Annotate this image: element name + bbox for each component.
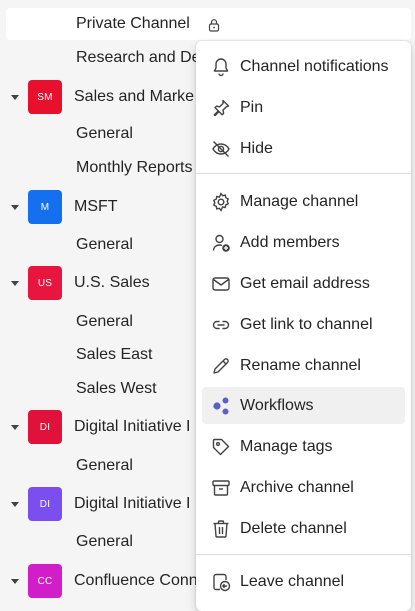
- channel-label: General: [76, 457, 133, 474]
- team-name: Sales and Marke: [74, 88, 195, 105]
- team-avatar: M: [28, 190, 62, 224]
- channel-label: General: [76, 313, 133, 330]
- channel-label: Sales West: [76, 380, 157, 397]
- menu-item-workflows[interactable]: Workflows: [202, 387, 405, 424]
- channel-label: General: [76, 236, 133, 253]
- team-name: U.S. Sales: [74, 274, 150, 291]
- lock-icon: [207, 18, 221, 32]
- team-name: MSFT: [74, 198, 118, 215]
- menu-item-pin[interactable]: Pin: [202, 89, 405, 126]
- menu-item-rename-channel[interactable]: Rename channel: [202, 347, 405, 384]
- mail-icon: [208, 271, 234, 297]
- channel-label: General: [76, 125, 133, 142]
- team-avatar: DI: [28, 487, 62, 521]
- leave-icon: [208, 569, 234, 595]
- person-add-icon: [208, 230, 234, 256]
- menu-item-manage-tags[interactable]: Manage tags: [202, 428, 405, 465]
- trash-icon: [208, 516, 234, 542]
- chevron-down-icon[interactable]: [11, 425, 19, 430]
- chevron-down-icon[interactable]: [11, 579, 19, 584]
- menu-item-leave-channel[interactable]: Leave channel: [202, 563, 405, 600]
- channel-label: Research and De: [76, 49, 201, 66]
- menu-item-label: Delete channel: [240, 519, 347, 537]
- workflows-icon: [208, 393, 234, 419]
- channel-label: Monthly Reports: [76, 159, 193, 176]
- menu-item-channel-notifications[interactable]: Channel notifications: [202, 48, 405, 85]
- channel-context-menu: Channel notifications Pin Hide Manage ch…: [196, 41, 411, 611]
- menu-item-archive-channel[interactable]: Archive channel: [202, 469, 405, 506]
- team-name: Digital Initiative I: [74, 418, 191, 435]
- team-avatar: CC: [28, 564, 62, 598]
- menu-item-label: Workflows: [240, 396, 314, 414]
- menu-item-label: Hide: [240, 139, 273, 157]
- channel-label: Sales East: [76, 346, 153, 363]
- gear-icon: [208, 189, 234, 215]
- menu-item-label: Manage channel: [240, 192, 359, 210]
- menu-item-label: Rename channel: [240, 356, 361, 374]
- link-icon: [208, 312, 234, 338]
- menu-item-manage-channel[interactable]: Manage channel: [202, 183, 405, 220]
- team-name: Confluence Conn: [74, 572, 198, 589]
- menu-item-label: Channel notifications: [240, 57, 389, 75]
- menu-item-get-email-address[interactable]: Get email address: [202, 265, 405, 302]
- menu-item-label: Get email address: [240, 274, 370, 292]
- channel-label: Private Channel: [76, 15, 190, 32]
- menu-item-delete-channel[interactable]: Delete channel: [202, 510, 405, 547]
- team-avatar: US: [28, 266, 62, 300]
- tag-icon: [208, 434, 234, 460]
- eye-off-icon: [208, 136, 234, 162]
- chevron-down-icon[interactable]: [11, 281, 19, 286]
- team-name: Digital Initiative I: [74, 495, 191, 512]
- bell-icon: [208, 54, 234, 80]
- menu-item-add-members[interactable]: Add members: [202, 224, 405, 261]
- pin-icon: [208, 95, 234, 121]
- chevron-down-icon[interactable]: [11, 95, 19, 100]
- channel-item-private[interactable]: Private Channel: [6, 8, 411, 40]
- menu-divider: [196, 554, 411, 555]
- menu-divider: [196, 173, 411, 174]
- pencil-icon: [208, 353, 234, 379]
- menu-item-get-link-to-channel[interactable]: Get link to channel: [202, 306, 405, 343]
- menu-item-label: Manage tags: [240, 437, 333, 455]
- chevron-down-icon[interactable]: [11, 502, 19, 507]
- channel-label: General: [76, 533, 133, 550]
- team-avatar: SM: [28, 80, 62, 114]
- team-avatar: DI: [28, 410, 62, 444]
- chevron-down-icon[interactable]: [11, 205, 19, 210]
- menu-item-label: Leave channel: [240, 572, 345, 590]
- menu-item-label: Archive channel: [240, 478, 354, 496]
- menu-item-label: Pin: [240, 98, 264, 116]
- menu-item-label: Get link to channel: [240, 315, 373, 333]
- archive-icon: [208, 475, 234, 501]
- menu-item-hide[interactable]: Hide: [202, 130, 405, 167]
- menu-item-label: Add members: [240, 233, 340, 251]
